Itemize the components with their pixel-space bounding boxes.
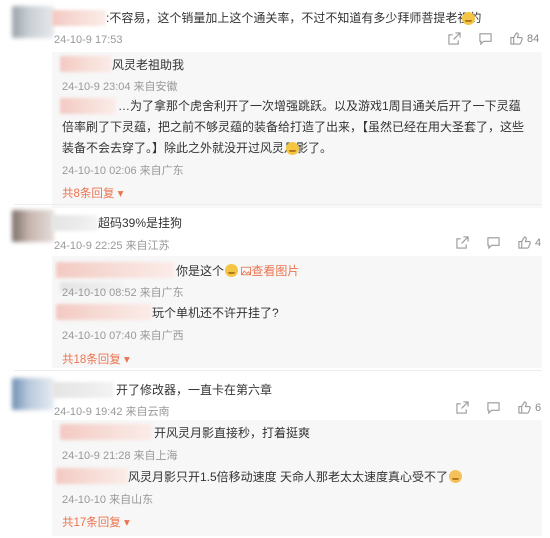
reply-username[interactable] xyxy=(56,468,128,484)
more-replies-link[interactable]: 共17条回复 ▾ xyxy=(62,514,130,530)
reply-text: 玩个单机还不许开挂了? xyxy=(152,306,279,320)
view-image-label: 查看图片 xyxy=(251,264,300,278)
divider xyxy=(14,204,542,205)
reply-text: 开风灵月影直接秒，打着挺爽 xyxy=(154,426,311,440)
more-replies-label: 共18条回复 xyxy=(62,354,121,366)
reply-meta: 24-10-9 21:28 来自上海 xyxy=(62,450,178,462)
avatar[interactable] xyxy=(12,6,54,38)
reply-username[interactable] xyxy=(56,304,152,320)
image-icon xyxy=(241,266,252,276)
comment-text: 超码39%是挂狗 xyxy=(98,216,183,230)
divider xyxy=(14,370,542,371)
share-icon[interactable] xyxy=(456,401,469,414)
comment-date: 24-10-9 22:25 来自江苏 xyxy=(54,240,170,252)
like-count: 84 xyxy=(527,32,540,45)
comment-date: 24-10-9 17:53 xyxy=(54,34,123,46)
avatar[interactable] xyxy=(12,378,54,410)
comment-icon[interactable] xyxy=(487,401,500,414)
share-icon[interactable] xyxy=(448,32,461,45)
comment-actions: 84 xyxy=(448,32,539,45)
caret-down-icon: ▾ xyxy=(124,354,130,366)
reply-text: 风灵老祖助我 xyxy=(112,58,185,72)
comment-actions: 4 xyxy=(456,236,541,249)
emoji-icon xyxy=(225,264,239,277)
reply-text-body: 你是这个 xyxy=(176,264,225,278)
comment-text: 开了修改器，一直卡在第六章 xyxy=(116,383,273,397)
like-button[interactable]: 4 xyxy=(518,236,541,249)
like-icon xyxy=(518,236,531,249)
caret-down-icon: ▾ xyxy=(117,188,124,200)
like-count: 6 xyxy=(535,401,542,414)
reply-meta: 24-10-10 02:06 来自广东 xyxy=(62,165,184,177)
reply-meta: 24-10-9 23:04 来自安徽 xyxy=(62,81,178,93)
username[interactable] xyxy=(52,382,114,398)
view-image-link[interactable]: 查看图片 xyxy=(241,264,299,278)
comment-icon[interactable] xyxy=(487,236,500,249)
emoji-icon xyxy=(462,12,475,25)
reply-text: 你是这个 查看图片 xyxy=(176,263,299,279)
more-replies-label: 共17条回复 xyxy=(62,517,121,529)
share-icon[interactable] xyxy=(456,236,469,249)
reply-meta: 24-10-10 07:40 来自广西 xyxy=(62,330,184,342)
reply-meta: 24-10-10 08:52 来自广东 xyxy=(62,287,184,299)
username[interactable] xyxy=(52,10,106,26)
more-replies-label: 共8条回复 xyxy=(62,188,115,200)
like-count: 4 xyxy=(535,236,542,249)
like-button[interactable]: 6 xyxy=(518,401,541,414)
more-replies-link[interactable]: 共18条回复 ▾ xyxy=(62,351,130,367)
like-icon xyxy=(510,32,523,45)
avatar[interactable] xyxy=(12,210,54,242)
username[interactable] xyxy=(52,215,98,231)
emoji-icon xyxy=(449,470,463,483)
reply-text-body: 风灵月影只开1.5倍移动速度 天命人那老太太速度真心受不了 xyxy=(128,470,449,484)
comment-actions: 6 xyxy=(456,401,541,414)
reply-username[interactable] xyxy=(56,262,174,278)
comment-text: :不容易，这个销量加上这个通关率，不过不知道有多少拜师菩提老祖的 xyxy=(106,11,482,25)
reply-text: 风灵月影只开1.5倍移动速度 天命人那老太太速度真心受不了 xyxy=(128,469,463,485)
like-icon xyxy=(518,401,531,414)
caret-down-icon: ▾ xyxy=(124,517,130,529)
comment-icon[interactable] xyxy=(479,32,492,45)
reply-username[interactable] xyxy=(60,424,152,440)
reply-meta: 24-10-10 来自山东 xyxy=(62,494,154,506)
more-replies-link[interactable]: 共8条回复 ▾ xyxy=(62,185,123,201)
like-button[interactable]: 84 xyxy=(510,32,539,45)
reply-username[interactable] xyxy=(60,56,112,72)
comment-date: 24-10-9 19:42 来自云南 xyxy=(54,406,170,418)
